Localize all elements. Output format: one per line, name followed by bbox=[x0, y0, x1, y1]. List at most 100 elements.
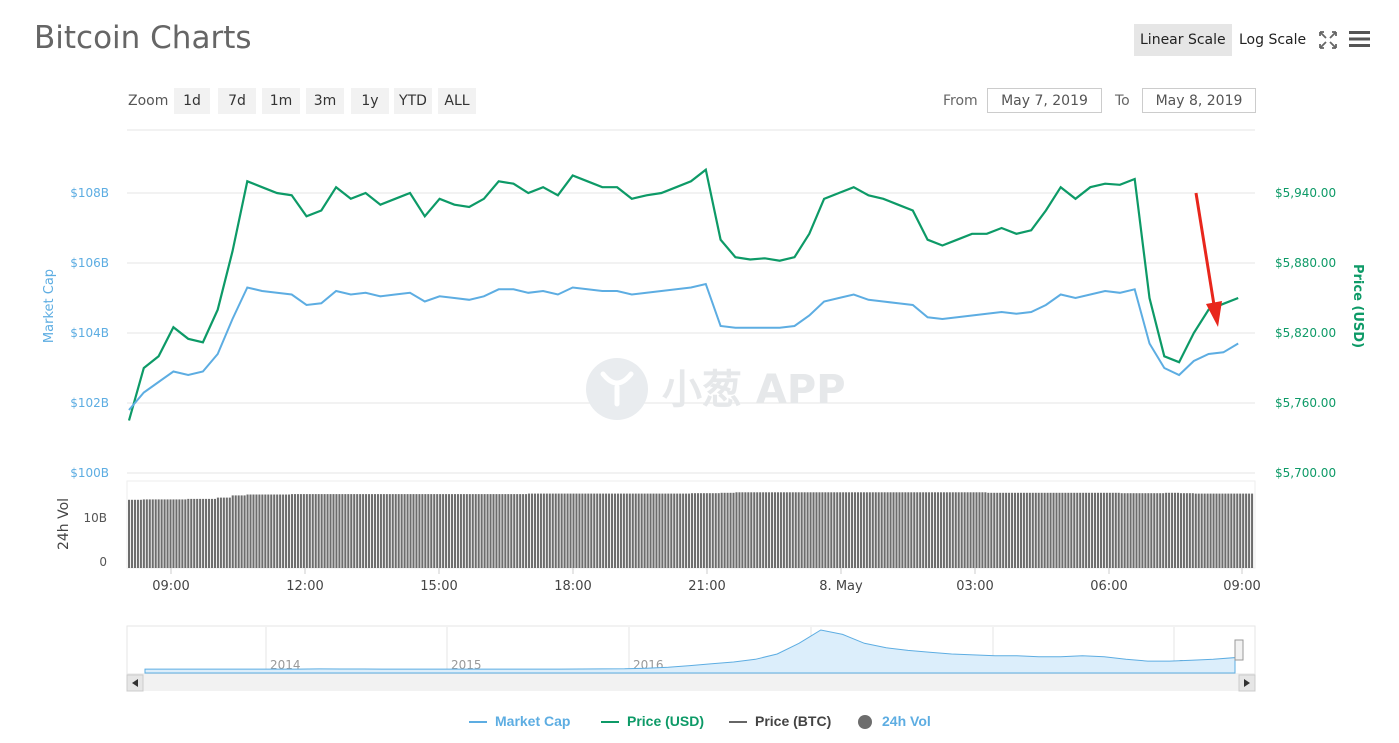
volume-bar bbox=[1185, 493, 1188, 568]
volume-bar bbox=[800, 492, 803, 568]
volume-bar bbox=[382, 494, 385, 568]
volume-bar bbox=[128, 499, 131, 568]
volume-bar bbox=[273, 494, 276, 568]
volume-bar bbox=[587, 493, 590, 568]
volume-bar bbox=[1242, 493, 1245, 568]
volume-bar bbox=[525, 494, 528, 568]
volume-bar bbox=[836, 492, 839, 568]
volume-bar bbox=[305, 494, 308, 568]
volume-bar bbox=[842, 492, 845, 568]
x-tick-label: 09:00 bbox=[152, 579, 189, 594]
volume-bar bbox=[714, 493, 717, 568]
volume-bar bbox=[299, 494, 302, 568]
volume-bar bbox=[978, 492, 981, 568]
volume-bar bbox=[148, 499, 151, 568]
volume-bar bbox=[1230, 493, 1233, 568]
volume-bar bbox=[951, 492, 954, 568]
right-tick-label: $5,820.00 bbox=[1275, 326, 1336, 340]
legend-item-24h-vol[interactable]: 24h Vol bbox=[858, 710, 931, 732]
volume-bar bbox=[1233, 493, 1236, 568]
volume-bar bbox=[613, 493, 617, 568]
volume-bar bbox=[812, 492, 815, 568]
volume-bar bbox=[157, 499, 160, 568]
volume-bar bbox=[605, 493, 608, 568]
volume-bar bbox=[990, 492, 993, 568]
volume-bar bbox=[519, 494, 522, 568]
volume-bar bbox=[190, 498, 193, 568]
volume-bar bbox=[216, 497, 219, 568]
volume-bar bbox=[1248, 493, 1251, 568]
volume-bar bbox=[513, 494, 516, 568]
volume-bar bbox=[673, 493, 676, 568]
volume-bar bbox=[406, 494, 409, 568]
volume-bar bbox=[1150, 493, 1153, 568]
volume-bar bbox=[445, 494, 448, 568]
volume-bar bbox=[436, 494, 439, 568]
volume-bar bbox=[1061, 492, 1064, 568]
volume-bar bbox=[471, 494, 474, 568]
volume-bar bbox=[933, 492, 937, 568]
volume-bar bbox=[637, 493, 640, 568]
volume-bar bbox=[495, 494, 498, 568]
volume-bar bbox=[892, 492, 895, 568]
navigator-scrollbar[interactable] bbox=[126, 674, 1256, 692]
volume-bar bbox=[640, 493, 643, 568]
volume-bar bbox=[691, 493, 694, 568]
volume-bar bbox=[359, 494, 362, 568]
volume-bar bbox=[685, 493, 688, 568]
volume-bar bbox=[1088, 492, 1091, 568]
volume-bar bbox=[1067, 492, 1070, 568]
legend-item-price-btc[interactable]: Price (BTC) bbox=[729, 710, 831, 732]
volume-bar bbox=[939, 492, 942, 568]
volume-bar bbox=[682, 493, 685, 568]
volume-bar bbox=[468, 494, 471, 568]
legend-item-market-cap[interactable]: Market Cap bbox=[469, 710, 570, 732]
volume-bar bbox=[1108, 492, 1111, 568]
legend-item-price-usd[interactable]: Price (USD) bbox=[601, 710, 704, 732]
volume-bar bbox=[199, 498, 202, 568]
volume-bar bbox=[1212, 493, 1215, 568]
volume-bar bbox=[581, 493, 584, 568]
volume-bar bbox=[699, 493, 702, 568]
volume-bar bbox=[249, 494, 252, 568]
bitcoin-chart: 小葱 APP $100B $102B $104B $106B $108B $5,700.… bbox=[42, 129, 1365, 692]
volume-bar bbox=[1040, 492, 1043, 568]
volume-bar bbox=[726, 492, 729, 568]
volume-bar bbox=[696, 493, 699, 568]
volume-bar bbox=[1159, 493, 1162, 568]
volume-bar bbox=[448, 494, 451, 568]
volume-bar bbox=[276, 494, 279, 568]
volume-bar bbox=[1215, 493, 1218, 568]
volume-bar bbox=[969, 492, 972, 568]
volume-bar bbox=[430, 494, 433, 568]
volume-bar bbox=[409, 494, 412, 568]
volume-bar bbox=[1236, 493, 1239, 568]
volume-bar bbox=[252, 494, 255, 568]
volume-bar bbox=[954, 492, 957, 568]
volume-bar bbox=[166, 499, 169, 568]
volume-bar bbox=[723, 492, 726, 568]
left-axis-label: Market Cap bbox=[42, 269, 57, 343]
volume-bar bbox=[539, 493, 542, 568]
volume-bar bbox=[625, 493, 628, 568]
volume-bar bbox=[661, 493, 664, 568]
volume-bar bbox=[356, 494, 359, 568]
volume-bar bbox=[830, 492, 833, 568]
volume-bar bbox=[824, 492, 827, 568]
volume-bar bbox=[566, 493, 569, 568]
volume-bar bbox=[1129, 493, 1132, 568]
navigator-handle[interactable] bbox=[1234, 639, 1244, 661]
volume-bar bbox=[1011, 492, 1014, 568]
volume-bar bbox=[1206, 493, 1209, 568]
volume-bar bbox=[172, 499, 175, 568]
volume-bar bbox=[501, 494, 504, 568]
volume-bar bbox=[782, 492, 785, 568]
volume-bar bbox=[516, 494, 519, 568]
chart-legend: Market Cap Price (USD) Price (BTC) 24h V… bbox=[0, 710, 1399, 732]
volume-bar bbox=[1070, 492, 1073, 568]
volume-bar bbox=[803, 492, 806, 568]
volume-bar bbox=[1022, 492, 1025, 568]
volume-bar bbox=[1082, 492, 1085, 568]
annotation-arrow bbox=[1194, 192, 1222, 327]
volume-bar bbox=[267, 494, 270, 568]
